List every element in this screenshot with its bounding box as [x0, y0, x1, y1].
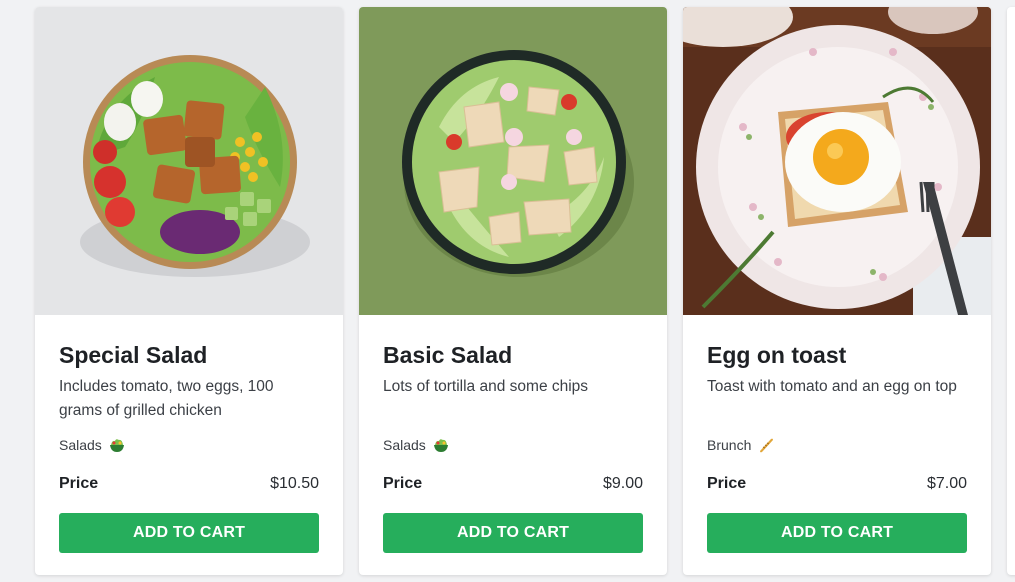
- product-card: Special Salad Includes tomato, two eggs,…: [35, 7, 343, 575]
- product-description: Includes tomato, two eggs, 100 grams of …: [59, 378, 274, 419]
- salad-emoji-icon: [108, 436, 126, 454]
- product-card-partial: [1007, 7, 1015, 575]
- product-title: Special Salad: [59, 342, 208, 368]
- price-label: Price: [383, 475, 423, 492]
- product-category: Salads: [59, 435, 319, 455]
- add-to-cart-button[interactable]: ADD TO CART: [59, 513, 319, 553]
- baguette-emoji-icon: [757, 436, 775, 454]
- price-label: Price: [707, 475, 747, 492]
- price-row: Price $10.50: [59, 473, 319, 495]
- price-row: Price $9.00: [383, 473, 643, 495]
- category-label: Brunch: [707, 437, 752, 453]
- price-value: $9.00: [602, 475, 643, 492]
- product-title: Basic Salad: [383, 342, 513, 368]
- product-card: Egg on toast Toast with tomato and an eg…: [683, 7, 991, 575]
- category-label: Salads: [59, 437, 102, 453]
- product-image-special-salad: [35, 7, 343, 315]
- product-image-basic-salad: [359, 7, 667, 315]
- price-label: Price: [59, 475, 99, 492]
- product-image-partial: [1007, 7, 1015, 315]
- product-card: Basic Salad Lots of tortilla and some ch…: [359, 7, 667, 575]
- product-title: Egg on toast: [707, 342, 847, 368]
- salad-emoji-icon: [432, 436, 450, 454]
- price-row: Price $7.00: [707, 473, 967, 495]
- product-description: Toast with tomato and an egg on top: [707, 378, 957, 395]
- category-label: Salads: [383, 437, 426, 453]
- product-category: Brunch: [707, 435, 967, 455]
- product-description: Lots of tortilla and some chips: [383, 378, 589, 395]
- product-grid: Special Salad Includes tomato, two eggs,…: [35, 7, 1015, 575]
- add-to-cart-button[interactable]: ADD TO CART: [707, 513, 967, 553]
- product-image-egg-on-toast: [683, 7, 991, 315]
- price-value: $10.50: [270, 475, 319, 492]
- price-value: $7.00: [926, 475, 967, 492]
- add-to-cart-button[interactable]: ADD TO CART: [383, 513, 643, 553]
- product-category: Salads: [383, 435, 643, 455]
